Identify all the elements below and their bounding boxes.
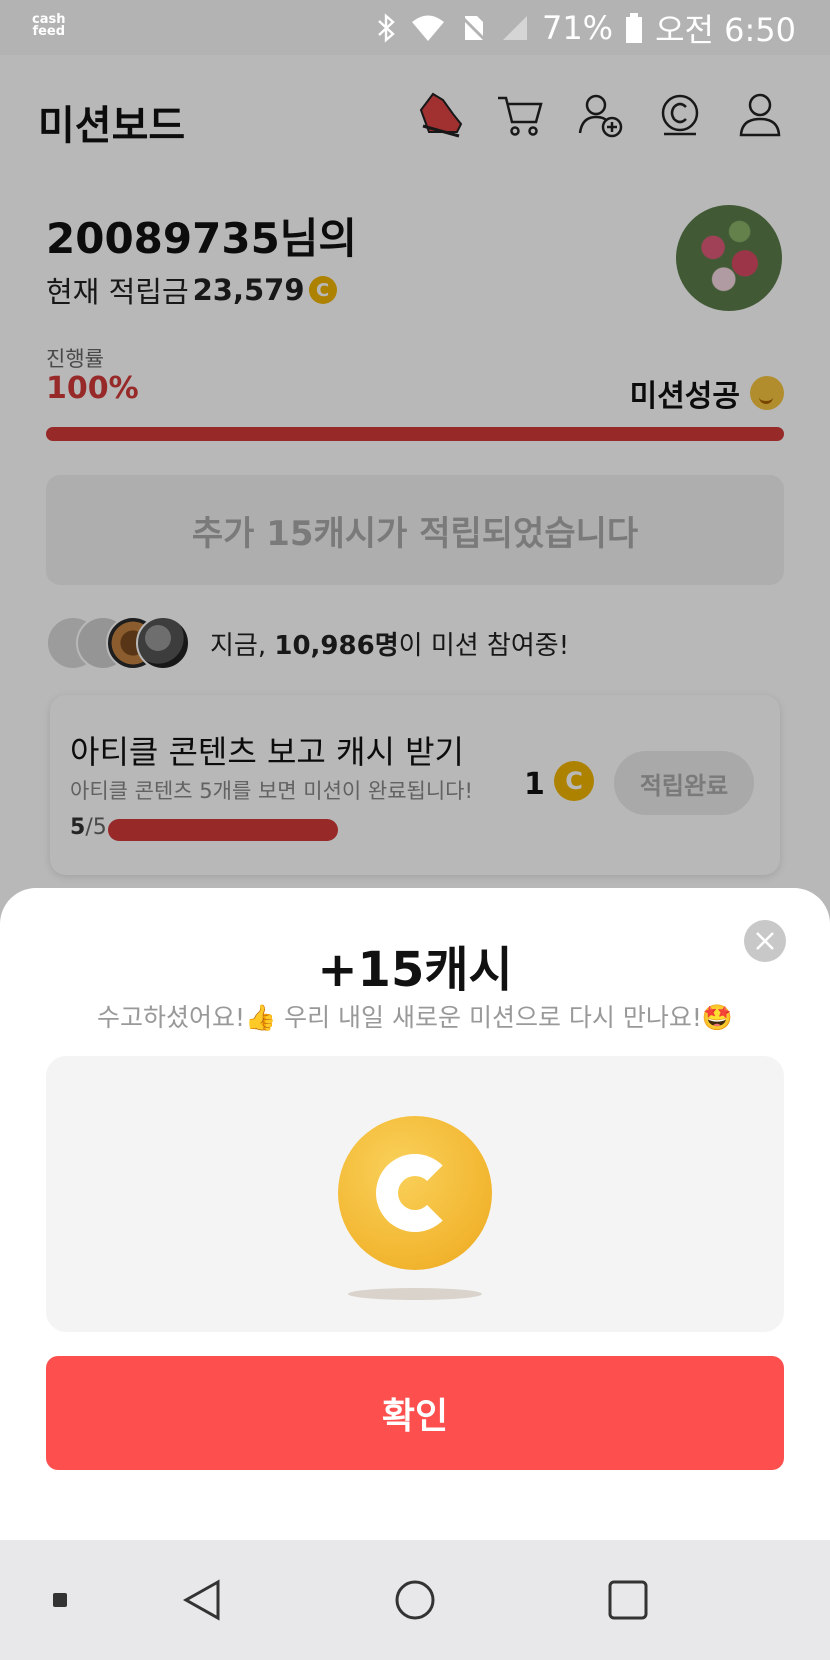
- sheet-subtitle: 수고하셨어요!👍 우리 내일 새로운 미션으로 다시 만나요!🤩: [97, 1003, 733, 1032]
- home-icon[interactable]: [385, 1540, 445, 1660]
- close-icon: [756, 932, 774, 950]
- menu-dot-icon[interactable]: [40, 1540, 80, 1660]
- back-icon[interactable]: [172, 1540, 232, 1660]
- wifi-icon: [410, 13, 446, 43]
- bluetooth-icon: [376, 12, 398, 44]
- sheet-title: +15캐시: [317, 942, 513, 998]
- reward-bottom-sheet: +15캐시 수고하셨어요!👍 우리 내일 새로운 미션으로 다시 만나요!🤩 확…: [0, 888, 830, 1540]
- battery-icon: [625, 12, 643, 44]
- signal-icon: [500, 13, 530, 43]
- close-button[interactable]: [744, 920, 786, 962]
- coin-icon: [338, 1116, 492, 1270]
- clock: 오전 6:50: [655, 10, 796, 49]
- cashfeed-logo: cash feed: [32, 13, 66, 39]
- logo-line-2: feed: [32, 24, 66, 39]
- confirm-button[interactable]: 확인: [46, 1356, 784, 1470]
- reward-card: [46, 1056, 784, 1332]
- system-nav-bar: [0, 1540, 830, 1660]
- coin-shadow: [348, 1288, 482, 1300]
- status-bar: cash feed 71% 오전 6:50: [0, 0, 830, 55]
- recents-icon[interactable]: [598, 1540, 658, 1660]
- battery-percent: 71%: [541, 8, 614, 47]
- no-sim-icon: [458, 13, 488, 43]
